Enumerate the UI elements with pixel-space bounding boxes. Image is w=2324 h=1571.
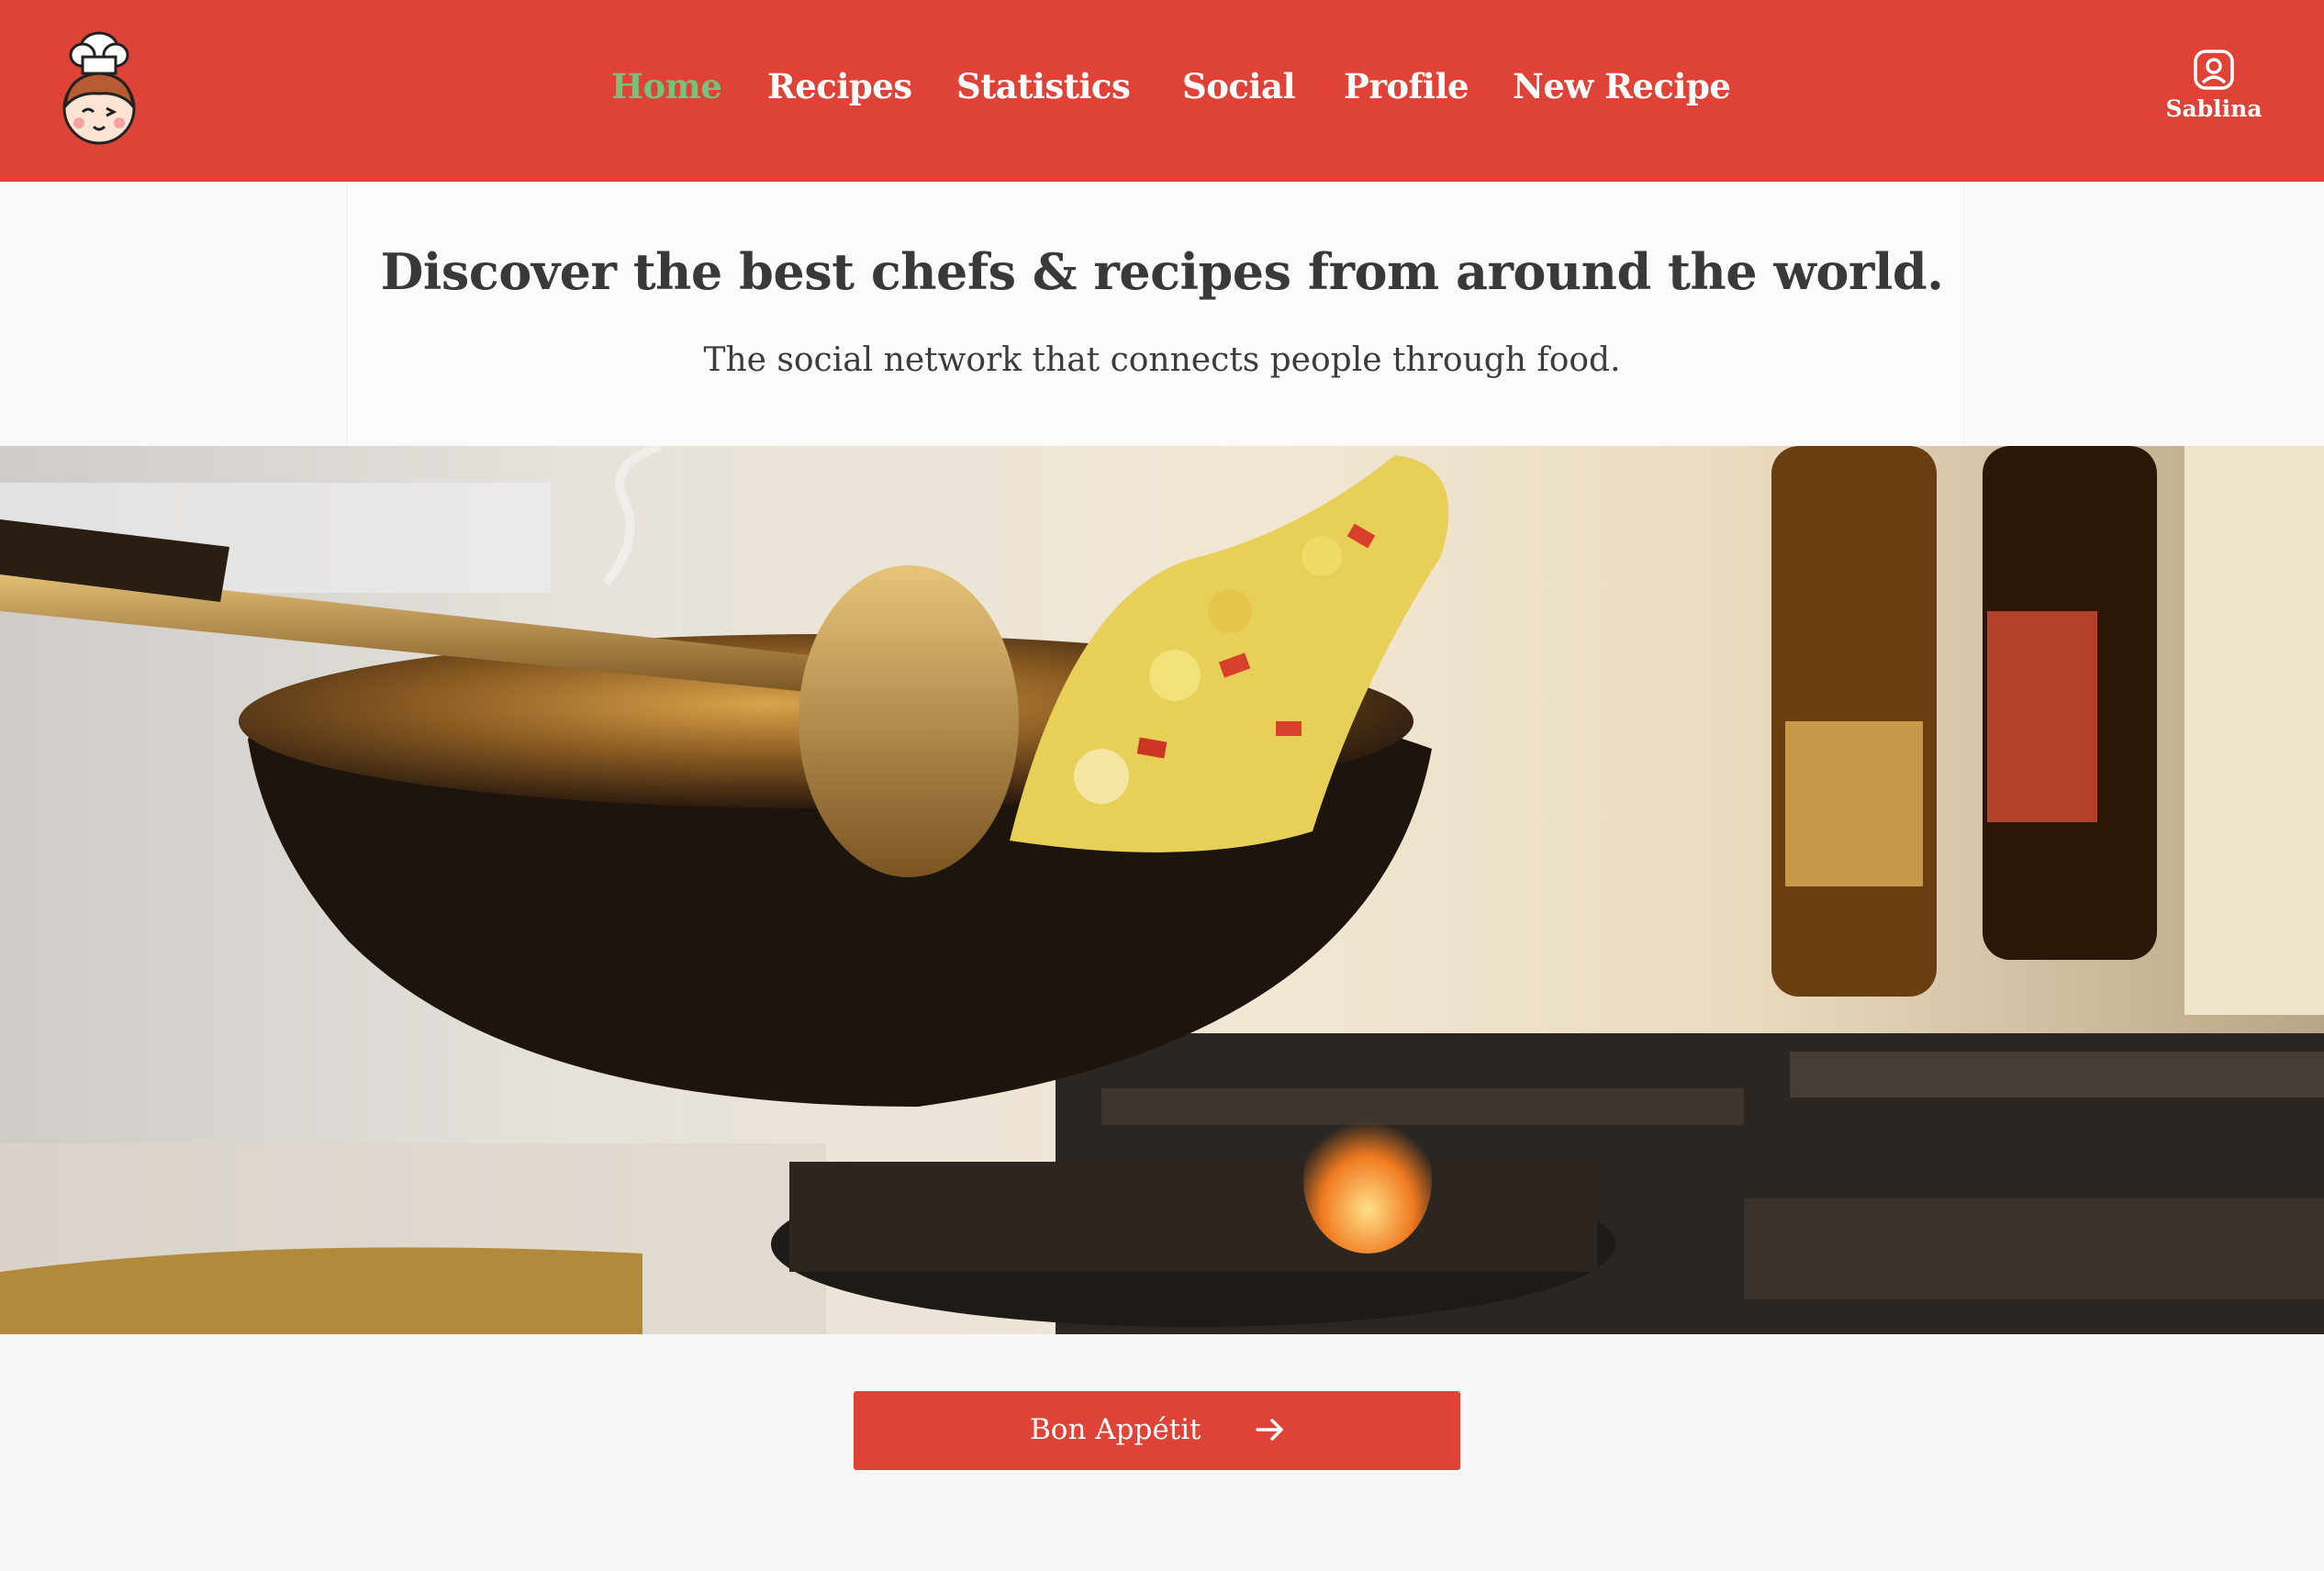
- top-nav-bar: Home Recipes Statistics Social Profile N…: [0, 0, 2324, 182]
- page-headline: Discover the best chefs & recipes from a…: [380, 242, 1944, 301]
- wok-stir-fry-photo: [0, 446, 2324, 1334]
- page-subheadline: The social network that connects people …: [703, 341, 1621, 379]
- user-name: Sablina: [2165, 95, 2263, 122]
- nav-statistics[interactable]: Statistics: [956, 66, 1131, 106]
- cta-label: Bon Appétit: [1030, 1413, 1201, 1446]
- nav-new-recipe[interactable]: New Recipe: [1513, 66, 1731, 106]
- hero-image: [0, 446, 2324, 1334]
- main-navigation: Home Recipes Statistics Social Profile N…: [0, 0, 2324, 182]
- user-icon: [2194, 50, 2234, 90]
- hero-text-panel: [347, 182, 1964, 446]
- nav-recipes[interactable]: Recipes: [767, 66, 912, 106]
- nav-profile[interactable]: Profile: [1344, 66, 1469, 106]
- nav-social[interactable]: Social: [1182, 66, 1296, 106]
- bon-appetit-button[interactable]: Bon Appétit: [854, 1391, 1460, 1470]
- arrow-right-icon: [1256, 1419, 1283, 1441]
- hero-text-section: Discover the best chefs & recipes from a…: [0, 182, 2324, 446]
- nav-home[interactable]: Home: [611, 66, 722, 106]
- user-account-button[interactable]: Sablina: [2159, 48, 2269, 130]
